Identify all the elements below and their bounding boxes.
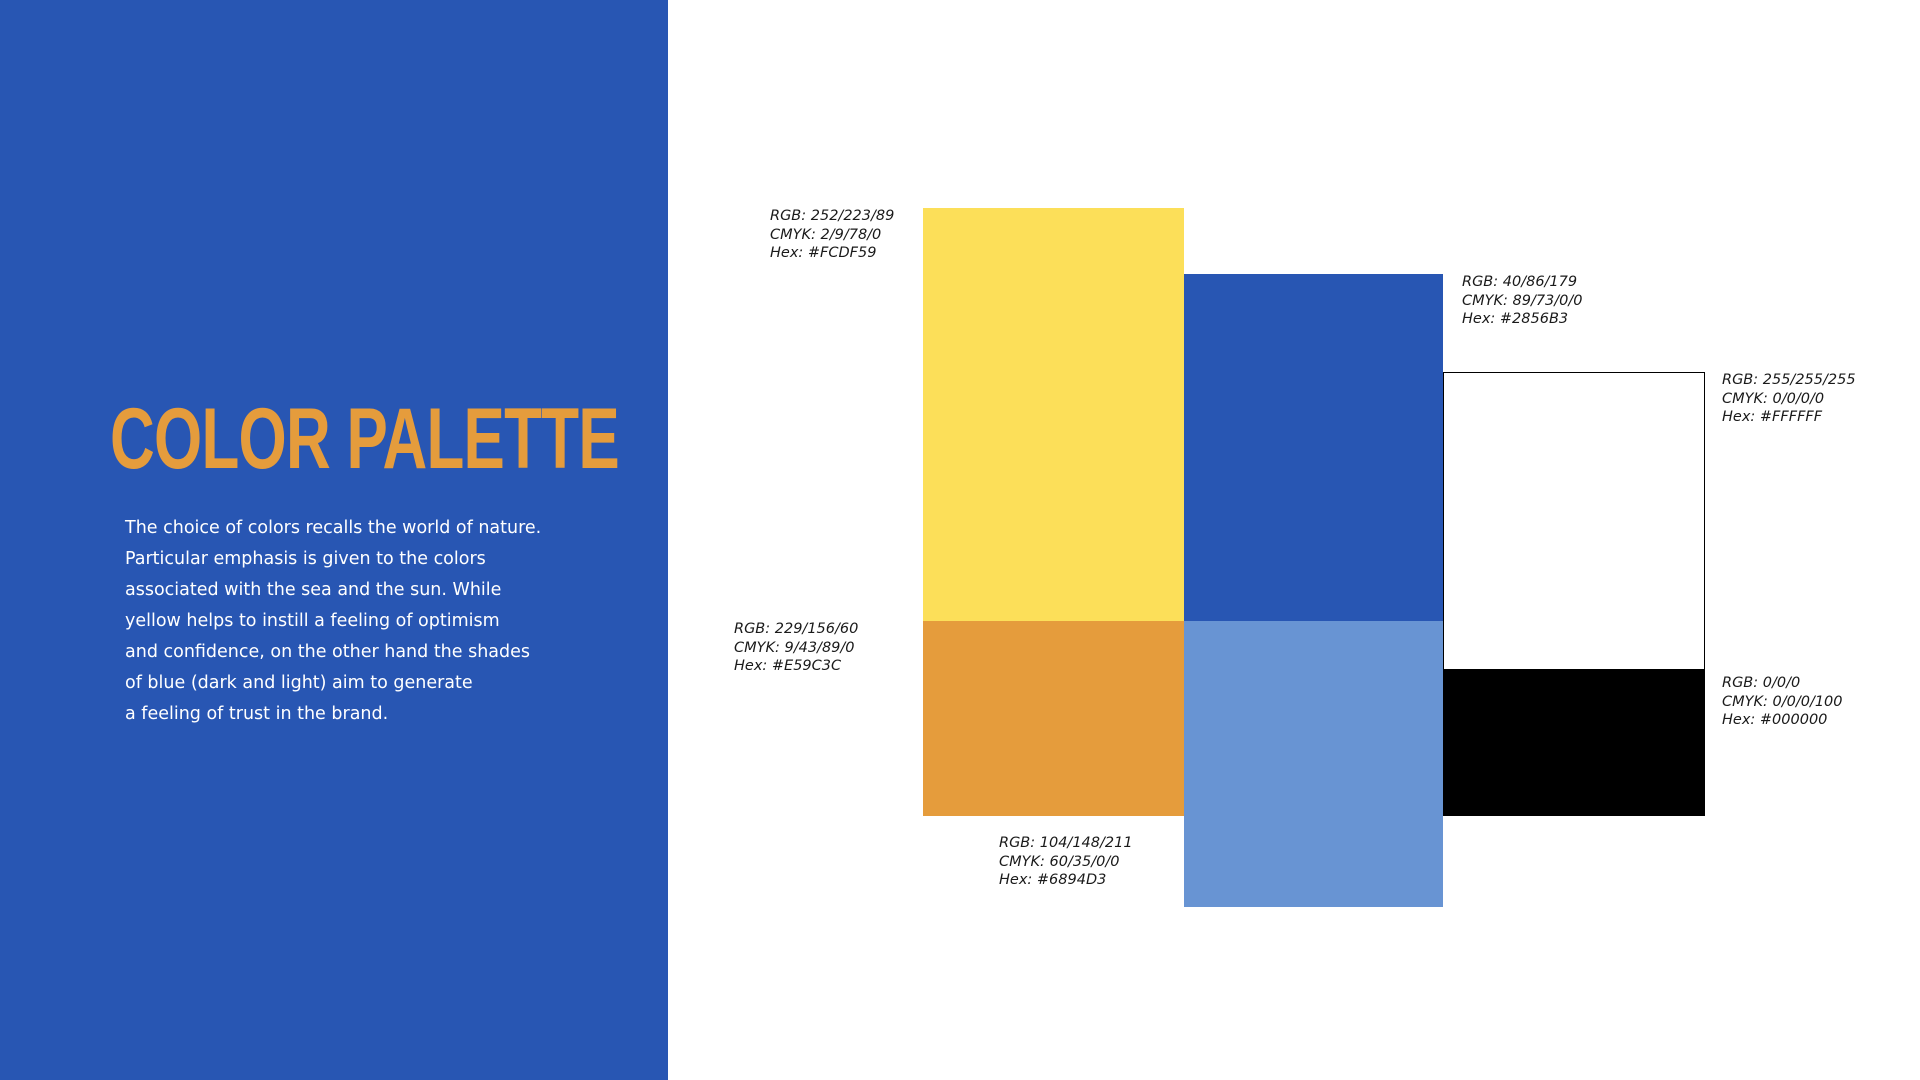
color-palette-slide: COLOR PALETTE The choice of colors recal…	[0, 0, 1920, 1080]
page-title: COLOR PALETTE	[110, 391, 620, 487]
description-line: associated with the sea and the sun. Whi…	[125, 580, 502, 600]
description-line: The choice of colors recalls the world o…	[125, 518, 542, 538]
spec-black: RGB: 0/0/0 CMYK: 0/0/0/100 Hex: #000000	[1722, 674, 1843, 730]
spec-rgb: RGB: 0/0/0	[1722, 675, 1801, 691]
spec-cmyk: CMYK: 9/43/89/0	[734, 639, 855, 656]
spec-cmyk: CMYK: 0/0/0/100	[1722, 693, 1843, 710]
description-line: a feeling of trust in the brand.	[125, 704, 389, 724]
spec-hex: Hex: #FCDF59	[770, 245, 877, 261]
spec-cmyk: CMYK: 0/0/0/0	[1722, 390, 1825, 407]
spec-rgb: RGB: 255/255/255	[1722, 372, 1856, 388]
spec-rgb: RGB: 40/86/179	[1462, 274, 1578, 290]
swatch-blue	[1184, 274, 1443, 621]
spec-rgb: RGB: 104/148/211	[999, 835, 1133, 851]
spec-cmyk: CMYK: 60/35/0/0	[999, 853, 1120, 870]
swatch-black	[1443, 670, 1705, 816]
description-line: yellow helps to instill a feeling of opt…	[125, 611, 500, 631]
description-line: Particular emphasis is given to the colo…	[125, 549, 486, 569]
spec-rgb: RGB: 229/156/60	[734, 621, 859, 637]
spec-blue: RGB: 40/86/179 CMYK: 89/73/0/0 Hex: #285…	[1462, 273, 1583, 329]
spec-hex: Hex: #6894D3	[999, 872, 1107, 888]
left-panel: COLOR PALETTE The choice of colors recal…	[0, 0, 668, 1080]
spec-hex: Hex: #2856B3	[1462, 311, 1569, 327]
description-text: The choice of colors recalls the world o…	[125, 513, 595, 730]
spec-hex: Hex: #E59C3C	[734, 658, 842, 674]
spec-cmyk: CMYK: 2/9/78/0	[770, 226, 882, 243]
spec-light-blue: RGB: 104/148/211 CMYK: 60/35/0/0 Hex: #6…	[999, 834, 1133, 890]
spec-hex: Hex: #000000	[1722, 712, 1828, 728]
swatch-orange	[923, 621, 1184, 816]
spec-yellow: RGB: 252/223/89 CMYK: 2/9/78/0 Hex: #FCD…	[770, 207, 894, 263]
spec-white: RGB: 255/255/255 CMYK: 0/0/0/0 Hex: #FFF…	[1722, 371, 1856, 427]
swatch-white	[1443, 372, 1705, 670]
description-line: of blue (dark and light) aim to generate	[125, 673, 473, 693]
spec-hex: Hex: #FFFFFF	[1722, 409, 1823, 425]
swatch-yellow	[923, 208, 1184, 621]
swatch-light-blue	[1184, 621, 1443, 907]
spec-cmyk: CMYK: 89/73/0/0	[1462, 292, 1583, 309]
spec-rgb: RGB: 252/223/89	[770, 208, 895, 224]
spec-orange: RGB: 229/156/60 CMYK: 9/43/89/0 Hex: #E5…	[734, 620, 858, 676]
description-line: and confidence, on the other hand the sh…	[125, 642, 531, 662]
